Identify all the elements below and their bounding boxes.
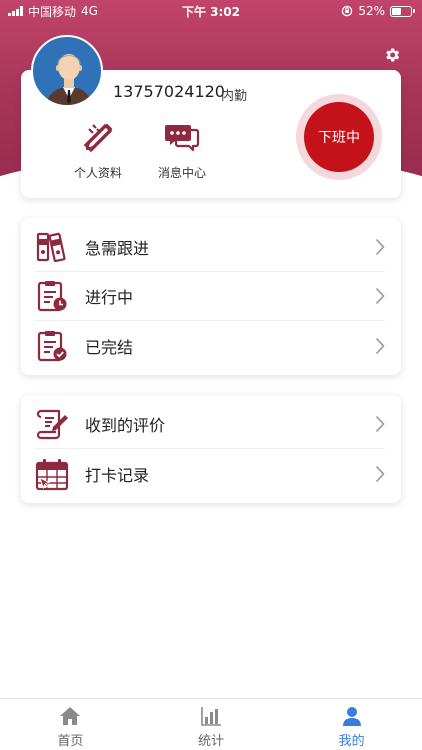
bar-chart-icon [201,707,221,726]
tab-mine[interactable]: 我的 [281,699,422,750]
tab-bar: 首页 统计 我的 [0,698,422,750]
chevron-right-icon [375,287,385,305]
menu-item-urgent-label: 急需跟进 [85,239,150,258]
menu-card-records: 收到的评价 打卡记录 [21,395,401,503]
tab-stats-label: 统计 [198,734,225,749]
menu-item-in-progress[interactable]: 进行中 [35,272,385,321]
tab-home[interactable]: 首页 [0,699,141,750]
chat-bubbles-icon [165,125,200,152]
duty-status-button[interactable]: 下班中 [304,102,374,172]
quick-action-messages[interactable]: 消息中心 [142,120,222,181]
menu-item-reviews[interactable]: 收到的评价 [35,400,385,449]
clipboard-check-icon [37,330,67,361]
tab-stats[interactable]: 统计 [141,699,282,750]
quick-action-profile-label: 个人资料 [73,166,122,180]
clipboard-clock-icon [37,281,67,312]
menu-item-in-progress-label: 进行中 [85,288,134,307]
chevron-right-icon [375,415,385,433]
quick-action-profile[interactable]: 个人资料 [58,120,138,181]
chevron-right-icon [375,465,385,482]
phone-number: 13757024120 [113,82,225,101]
menu-item-reviews-label: 收到的评价 [85,416,166,435]
orientation-lock-icon [342,5,353,17]
menu-item-attendance-label: 打卡记录 [85,465,150,485]
status-bar: 中国移动 4G 下午 3:02 52% [0,0,422,22]
menu-item-attendance[interactable]: 打卡记录 [35,449,385,498]
gear-icon[interactable] [383,46,401,64]
duty-status-ring: 下班中 [296,94,382,180]
chevron-right-icon [375,337,385,354]
user-icon [342,707,361,726]
menu-card-tasks: 急需跟进 进行中 已完结 [21,218,401,375]
calendar-icon [35,458,69,490]
menu-item-completed[interactable]: 已完结 [35,321,385,370]
tab-mine-label: 我的 [338,734,365,749]
pencil-ruler-icon [84,123,113,152]
battery-icon [390,5,415,17]
battery-percent: 52% [358,4,385,18]
menu-item-urgent[interactable]: 急需跟进 [35,223,385,272]
binders-icon [36,232,66,263]
chevron-right-icon [375,238,385,256]
status-right: 52% [341,4,415,18]
avatar[interactable] [31,35,103,107]
quick-action-messages-label: 消息中心 [157,166,206,180]
scroll-pen-icon [36,409,68,440]
home-icon [60,707,81,725]
menu-item-completed-label: 已完结 [85,337,134,357]
role-badge: 内勤 [221,89,248,104]
tab-home-label: 首页 [57,734,84,749]
